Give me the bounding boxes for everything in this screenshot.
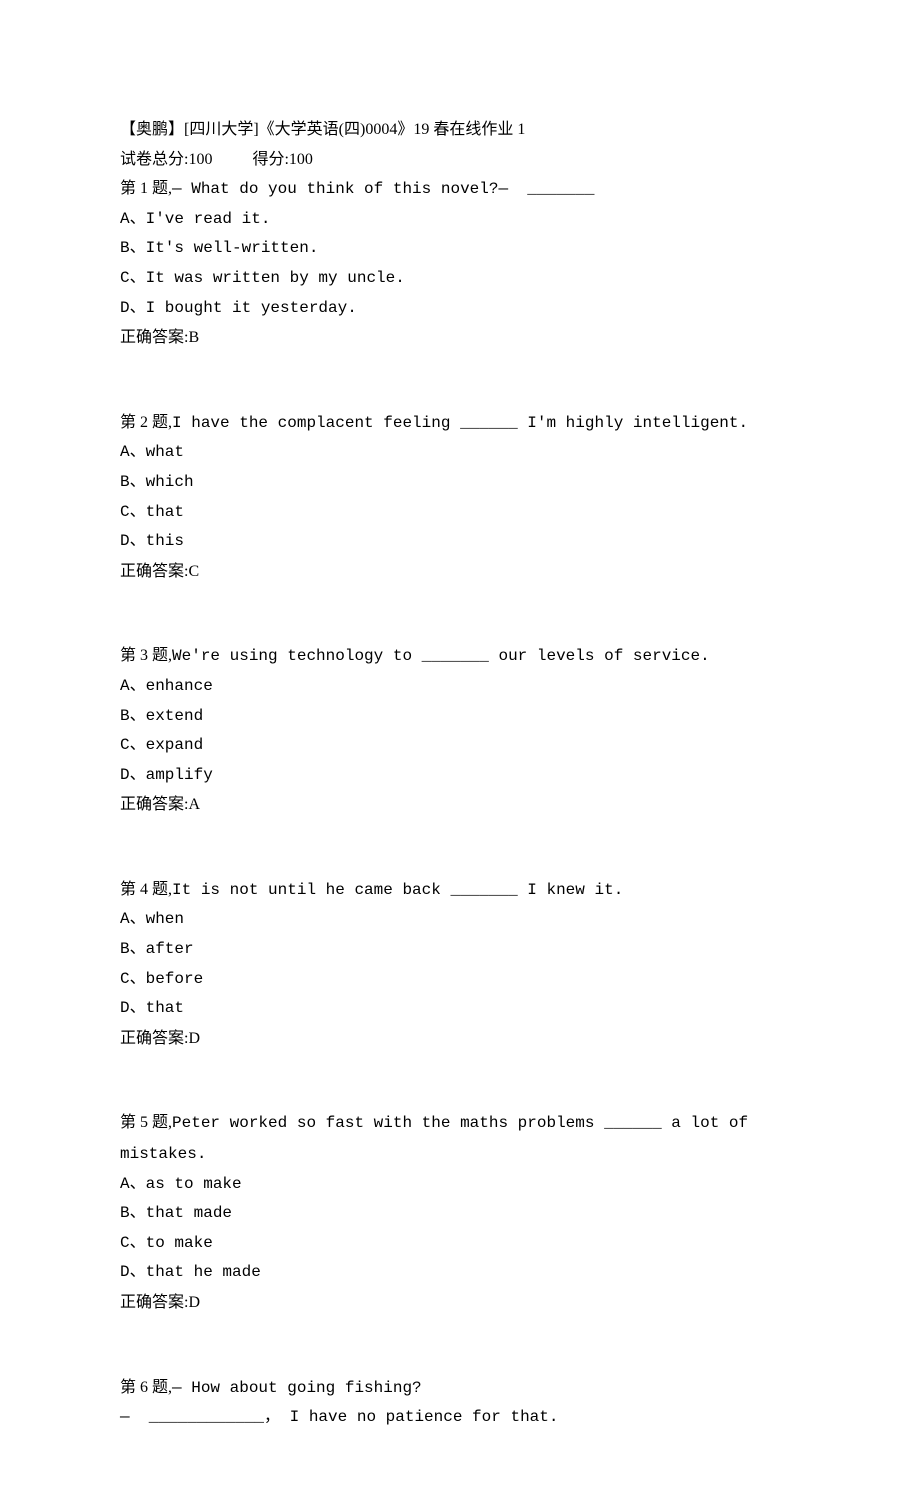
option-a: A、enhance <box>120 672 800 702</box>
question-text: I have the complacent feeling ______ I'm… <box>172 414 748 432</box>
question-text: — What do you think of this novel?— ____… <box>172 180 594 198</box>
question-number: 第 1 题, <box>120 180 172 197</box>
option-a: A、when <box>120 905 800 935</box>
question-5: 第 5 题,Peter worked so fast with the math… <box>120 1108 800 1317</box>
option-a: A、as to make <box>120 1170 800 1200</box>
page-title: 【奥鹏】[四川大学]《大学英语(四)0004》19 春在线作业 1 <box>120 115 800 145</box>
question-6: 第 6 题,— How about going fishing? — _____… <box>120 1373 800 1433</box>
option-b: B、extend <box>120 702 800 732</box>
answer-value: A <box>188 796 200 813</box>
question-stem: 第 6 题,— How about going fishing? <box>120 1373 800 1404</box>
question-number: 第 6 题, <box>120 1379 172 1396</box>
answer-line: 正确答案:D <box>120 1024 800 1054</box>
answer-value: D <box>188 1294 200 1311</box>
question-number: 第 2 题, <box>120 414 172 431</box>
question-stem: 第 5 题,Peter worked so fast with the math… <box>120 1108 800 1169</box>
question-text: — How about going fishing? <box>172 1379 422 1397</box>
question-text: It is not until he came back _______ I k… <box>172 881 623 899</box>
option-b: B、after <box>120 935 800 965</box>
question-stem: 第 2 题,I have the complacent feeling ____… <box>120 408 800 439</box>
answer-label: 正确答案: <box>120 329 188 346</box>
answer-line: 正确答案:B <box>120 323 800 353</box>
answer-label: 正确答案: <box>120 563 188 580</box>
total-value: 100 <box>188 151 212 168</box>
score-label: 得分: <box>252 151 288 168</box>
option-d: D、that he made <box>120 1258 800 1288</box>
question-number: 第 4 题, <box>120 881 172 898</box>
question-2: 第 2 题,I have the complacent feeling ____… <box>120 408 800 587</box>
option-d: D、amplify <box>120 761 800 791</box>
option-a: A、I've read it. <box>120 205 800 235</box>
answer-line: 正确答案:C <box>120 557 800 587</box>
answer-label: 正确答案: <box>120 1294 188 1311</box>
option-a: A、what <box>120 438 800 468</box>
answer-line: 正确答案:D <box>120 1288 800 1318</box>
answer-value: D <box>188 1030 200 1047</box>
answer-value: B <box>188 329 199 346</box>
score-value: 100 <box>289 151 313 168</box>
option-d: D、I bought it yesterday. <box>120 294 800 324</box>
question-stem: 第 3 题,We're using technology to _______ … <box>120 641 800 672</box>
option-c: C、before <box>120 965 800 995</box>
question-3: 第 3 题,We're using technology to _______ … <box>120 641 800 820</box>
option-d: D、this <box>120 527 800 557</box>
option-c: C、expand <box>120 731 800 761</box>
answer-label: 正确答案: <box>120 1030 188 1047</box>
question-number: 第 3 题, <box>120 647 172 664</box>
option-c: C、to make <box>120 1229 800 1259</box>
question-1: 第 1 题,— What do you think of this novel?… <box>120 174 800 353</box>
question-number: 第 5 题, <box>120 1114 172 1131</box>
title-text: 【奥鹏】[四川大学]《大学英语(四)0004》19 春在线作业 1 <box>120 121 525 138</box>
option-b: B、that made <box>120 1199 800 1229</box>
option-d: D、that <box>120 994 800 1024</box>
question-stem: 第 1 题,— What do you think of this novel?… <box>120 174 800 205</box>
answer-value: C <box>188 563 199 580</box>
option-b: B、It's well-written. <box>120 234 800 264</box>
question-4: 第 4 题,It is not until he came back _____… <box>120 875 800 1054</box>
question-text: We're using technology to _______ our le… <box>172 647 710 665</box>
answer-label: 正确答案: <box>120 796 188 813</box>
answer-line: 正确答案:A <box>120 790 800 820</box>
score-line: 试卷总分:100得分:100 <box>120 145 800 175</box>
option-c: C、that <box>120 498 800 528</box>
option-c: C、It was written by my uncle. <box>120 264 800 294</box>
question-text: Peter worked so fast with the maths prob… <box>120 1114 758 1163</box>
question-text-line2: — ____________， I have no patience for t… <box>120 1403 800 1433</box>
option-b: B、which <box>120 468 800 498</box>
total-label: 试卷总分: <box>120 151 188 168</box>
question-stem: 第 4 题,It is not until he came back _____… <box>120 875 800 906</box>
